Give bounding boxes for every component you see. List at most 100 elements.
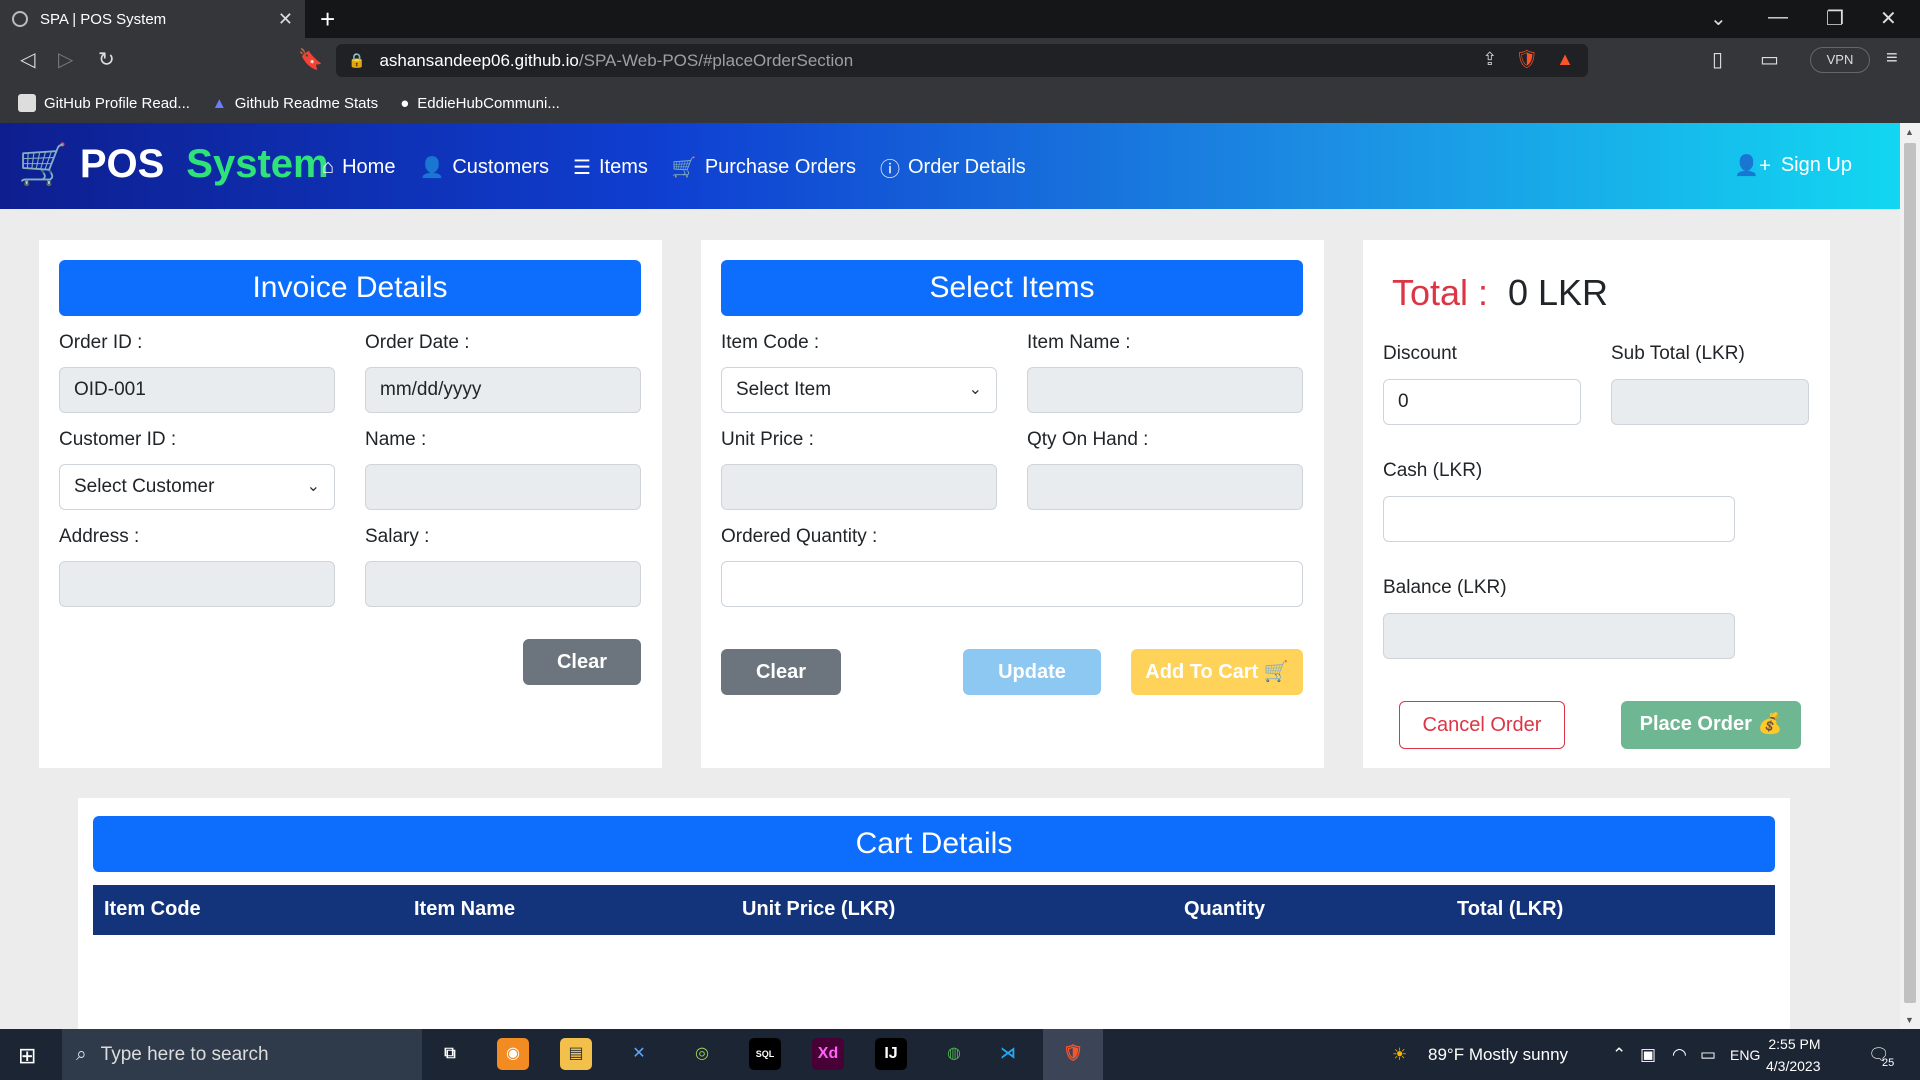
file-explorer-icon[interactable]: ▤ [560,1038,592,1070]
globe-icon [12,11,28,27]
update-button[interactable]: Update [963,649,1101,695]
nav-order-details[interactable]: ⓘ Order Details [880,153,1026,182]
qty-on-hand-field[interactable] [1027,464,1303,510]
chrome-icon[interactable]: ◍ [938,1038,970,1070]
select-items-card: Select Items Item Code : Item Name : Sel… [701,240,1324,768]
taskbar-clock[interactable]: 2:55 PM 4/3/2023 [1766,1033,1821,1077]
salary-field[interactable] [365,561,641,607]
add-to-cart-button[interactable]: Add To Cart 🛒 [1131,649,1303,695]
invoice-details-card: Invoice Details Order ID : Order Date : … [39,240,662,768]
weather-text[interactable]: 89°F Mostly sunny [1428,1045,1568,1065]
lock-icon: 🔒 [348,52,366,68]
browser-tab-bar: SPA | POS System ✕ + ⌄ — ❐ ✕ [0,0,1920,38]
brave-app-icon[interactable]: 🛡 [1057,1038,1089,1070]
firefox-app-icon[interactable]: ◉ [497,1038,529,1070]
tab-list-chevron-icon[interactable]: ⌄ [1710,6,1727,31]
place-order-label: Place Order [1639,713,1752,735]
order-date-field[interactable]: mm/dd/yyyy [365,367,641,413]
reload-button[interactable]: ↻ [98,47,115,72]
intellij-icon[interactable]: IJ [875,1038,907,1070]
sign-up-link[interactable]: 👤+ Sign Up [1734,153,1852,178]
brand-pos: POS [79,142,165,186]
customer-name-field[interactable] [365,464,641,510]
taskbar-search[interactable]: ⌕ Type here to search [62,1029,422,1080]
bookmark-item[interactable]: GitHub Profile Read... [18,94,190,112]
close-tab-icon[interactable]: ✕ [278,9,293,30]
item-name-label: Item Name : [1027,332,1131,353]
order-date-label: Order Date : [365,332,470,353]
brand-logo[interactable]: 🛒 POS System [18,141,329,188]
database-icon: ☰ [573,157,591,179]
unit-price-field[interactable] [721,464,997,510]
nav-label: Customers [452,156,550,178]
new-tab-button[interactable]: + [320,4,335,35]
cancel-order-button[interactable]: Cancel Order [1399,701,1565,749]
url-field[interactable]: 🔒 ashansandeep06.github.io /SPA-Web-POS/… [336,44,1588,77]
cash-field[interactable] [1383,496,1735,542]
bookmark-label: Github Readme Stats [234,94,379,112]
bookmark-icon[interactable]: 🔖 [298,47,323,72]
restore-button[interactable]: ❐ [1826,6,1844,31]
battery-icon[interactable]: ▭ [1700,1045,1716,1065]
scroll-down-icon[interactable]: ▼ [1905,1015,1914,1025]
nav-customers[interactable]: 👤 Customers [419,153,549,182]
windows-start-icon[interactable]: ⊞ [18,1043,36,1069]
mysql-app-icon[interactable]: SQL [749,1038,781,1070]
share-icon[interactable]: ⇪ [1482,49,1497,70]
back-button[interactable]: ◁ [20,47,35,72]
customer-id-label: Customer ID : [59,429,177,450]
minimize-button[interactable]: — [1768,6,1788,29]
address-field[interactable] [59,561,335,607]
nav-items[interactable]: ☰ Items [573,153,648,182]
vpn-button[interactable]: VPN [1810,47,1870,73]
menu-icon[interactable]: ≡ [1886,47,1898,70]
snail-app-icon[interactable]: ◎ [686,1038,718,1070]
subtotal-field[interactable] [1611,379,1809,425]
ordered-quantity-label: Ordered Quantity : [721,526,878,547]
forward-button[interactable]: ▷ [58,47,73,72]
nav-home[interactable]: ⌂ Home [322,153,395,182]
search-placeholder: Type here to search [100,1043,269,1065]
vscode-icon[interactable]: ⋊ [992,1038,1024,1070]
wifi-icon[interactable]: ◠ [1672,1045,1687,1065]
task-view-icon[interactable]: ⧉ [434,1038,466,1070]
total-value: 0 LKR [1508,272,1609,313]
balance-field[interactable] [1383,613,1735,659]
bookmark-item[interactable]: ● EddieHubCommuni... [400,95,560,112]
chevron-up-icon[interactable]: ⌃ [1612,1045,1626,1065]
ordered-quantity-field[interactable] [721,561,1303,607]
cash-label: Cash (LKR) [1383,460,1483,481]
items-clear-button[interactable]: Clear [721,649,841,695]
language-indicator[interactable]: ENG [1730,1047,1760,1063]
salary-label: Salary : [365,526,430,547]
wallet-icon[interactable]: ▭ [1760,47,1779,72]
scroll-up-icon[interactable]: ▲ [1905,127,1914,137]
close-window-button[interactable]: ✕ [1880,6,1897,31]
cart-details-title: Cart Details [93,816,1775,872]
device-icon[interactable]: ▣ [1640,1045,1656,1065]
nav-label: Order Details [907,156,1026,178]
page-scrollbar[interactable]: ▲ ▼ [1900,123,1920,1029]
place-order-button[interactable]: Place Order 💰 [1621,701,1801,749]
bookmark-item[interactable]: ▲ Github Readme Stats [212,95,378,112]
invoice-clear-button[interactable]: Clear [523,639,641,685]
scrollbar-thumb[interactable] [1904,143,1916,1003]
item-select-value: Select Item [736,379,832,400]
item-name-field[interactable] [1027,367,1303,413]
order-summary-card: Total : 0 LKR Discount Sub Total (LKR) 0… [1363,240,1830,768]
brave-shields-icon[interactable]: 🛡 [1515,49,1538,70]
browser-tab[interactable]: SPA | POS System ✕ [0,0,305,38]
item-select[interactable]: Select Item ⌄ [721,367,997,413]
brave-rewards-icon[interactable]: ▲ [1556,49,1574,70]
discount-field[interactable]: 0 [1383,379,1581,425]
tool-app-icon[interactable]: ✕ [623,1038,655,1070]
adobe-xd-icon[interactable]: Xd [812,1038,844,1070]
customer-select-value: Select Customer [74,476,215,497]
customer-select[interactable]: Select Customer ⌄ [59,464,335,510]
nav-label: Items [599,156,648,178]
order-id-field[interactable]: OID-001 [59,367,335,413]
clock-time: 2:55 PM [1768,1036,1821,1052]
select-items-title: Select Items [721,260,1303,316]
nav-purchase-orders[interactable]: 🛒 Purchase Orders [672,153,856,182]
sidebar-icon[interactable]: ▯ [1712,47,1723,72]
